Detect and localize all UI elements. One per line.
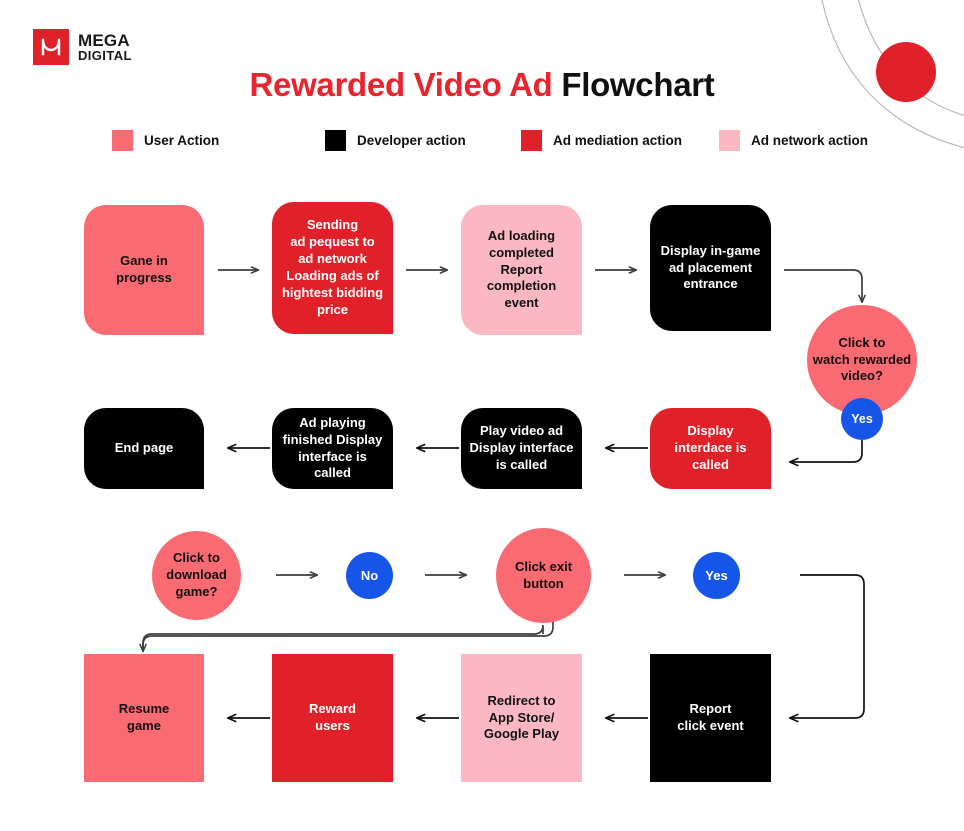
legend-swatch (325, 130, 346, 151)
node-end-page[interactable]: End page (84, 408, 204, 489)
node-resume-game[interactable]: Resume game (84, 654, 204, 782)
legend-label: User Action (144, 133, 220, 148)
decision-click-exit-button[interactable]: Click exit button (496, 528, 591, 623)
node-redirect-store[interactable]: Redirect to App Store/Google Play (461, 654, 582, 782)
page-title-rest: Flowchart (561, 66, 715, 103)
m-glyph-icon (41, 38, 61, 56)
brand-name-line1: MEGA (78, 31, 130, 50)
node-display-interface-called[interactable]: Display interdace is called (650, 408, 771, 489)
legend-swatch (719, 130, 740, 151)
node-sending-ad-request[interactable]: Sending ad pequest to ad network Loading ad… (272, 202, 393, 334)
legend: User Action Developer action Ad mediatio… (112, 130, 868, 151)
brand-name-line2: DIGITAL (78, 48, 132, 63)
node-play-video-ad[interactable]: Play video ad Display interface is called (461, 408, 582, 489)
page-title-highlight: Rewarded Video Ad (249, 66, 553, 103)
brand-logo: MEGA DIGITAL (33, 29, 132, 65)
page-title: Rewarded Video Ad Flowchart (0, 66, 964, 104)
badge-answer-no[interactable]: No (346, 552, 393, 599)
legend-item-ad-network-action: Ad network action (719, 130, 868, 151)
legend-item-ad-mediation-action: Ad mediation action (521, 130, 719, 151)
legend-label: Ad network action (751, 133, 869, 148)
badge-yes-watch-video[interactable]: Yes (841, 398, 883, 440)
legend-item-user-action: User Action (112, 130, 325, 151)
node-game-in-progress[interactable]: Gane in progress (84, 205, 204, 335)
legend-label: Ad mediation action (553, 133, 683, 148)
decision-click-download-game[interactable]: Click to download game? (152, 531, 241, 620)
flowchart-canvas: MEGA DIGITAL Rewarded Video Ad Flowchart… (0, 0, 964, 831)
legend-swatch (521, 130, 542, 151)
node-report-click-event[interactable]: Report click event (650, 654, 771, 782)
node-reward-users[interactable]: Reward users (272, 654, 393, 782)
legend-label: Developer action (357, 133, 466, 148)
node-display-ad-placement[interactable]: Display in-game ad placement entrance (650, 205, 771, 331)
decorative-arcs (821, 0, 964, 149)
node-ad-loading-completed[interactable]: Ad loading completed Report completion even… (461, 205, 582, 335)
badge-answer-yes[interactable]: Yes (693, 552, 740, 599)
node-ad-playing-finished[interactable]: Ad playing finished Display interface is c… (272, 408, 393, 489)
mega-digital-logo-icon (33, 29, 69, 65)
legend-item-developer-action: Developer action (325, 130, 521, 151)
legend-swatch (112, 130, 133, 151)
